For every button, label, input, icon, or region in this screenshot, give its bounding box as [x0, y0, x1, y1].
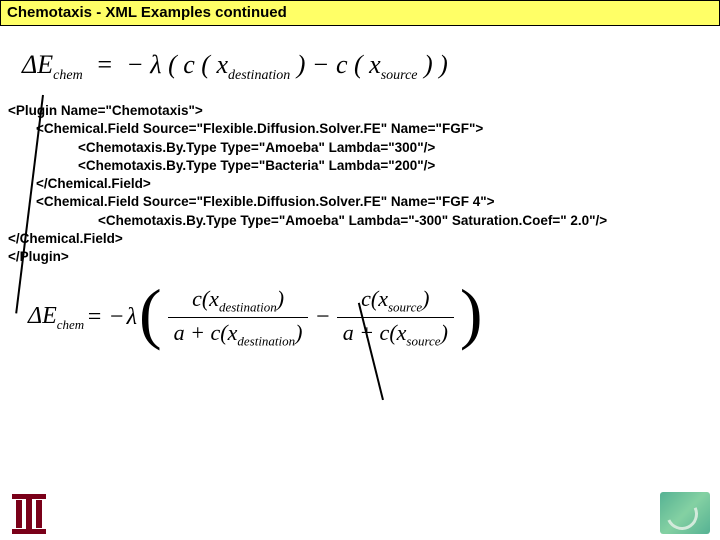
- xml-line: </Plugin>: [8, 248, 720, 266]
- iu-logo-icon: [12, 494, 46, 534]
- xml-line: <Chemotaxis.By.Type Type="Amoeba" Lambda…: [8, 212, 720, 230]
- equation-basic: ΔEchem = − λ ( c ( xdestination ) − c ( …: [22, 50, 708, 84]
- partner-logo-icon: [660, 492, 710, 534]
- xml-line: <Chemotaxis.By.Type Type="Bacteria" Lamb…: [8, 157, 720, 175]
- xml-line: </Chemical.Field>: [8, 175, 720, 193]
- xml-line: <Chemical.Field Source="Flexible.Diffusi…: [8, 120, 720, 138]
- xml-line: <Plugin Name="Chemotaxis">: [8, 102, 720, 120]
- equation-saturation: ΔEchem = − λ ( c(xdestination) a + c(xde…: [28, 286, 720, 349]
- xml-line: <Chemotaxis.By.Type Type="Amoeba" Lambda…: [8, 139, 720, 157]
- slide-title: Chemotaxis - XML Examples continued: [0, 0, 720, 26]
- xml-snippet: <Plugin Name="Chemotaxis"> <Chemical.Fie…: [8, 102, 720, 266]
- xml-line: <Chemical.Field Source="Flexible.Diffusi…: [8, 193, 720, 211]
- xml-line: </Chemical.Field>: [8, 230, 720, 248]
